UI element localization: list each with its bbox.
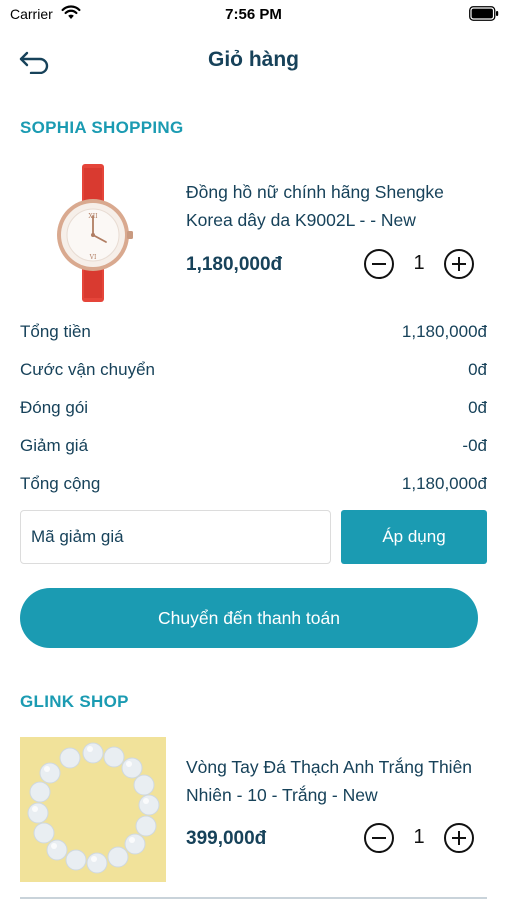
summary-label: Giảm giá: [20, 436, 89, 455]
summary-value: -0đ: [462, 436, 487, 455]
decrease-quantity-button[interactable]: [364, 249, 394, 279]
summary-row-discount: Giảm giá -0đ: [20, 432, 487, 470]
page-title: Giỏ hàng: [208, 48, 299, 71]
summary-label: Đóng gói: [20, 398, 89, 417]
battery-icon: [469, 6, 499, 21]
product-title[interactable]: Vòng Tay Đá Thạch Anh Trắng Thiên Nhiên …: [186, 753, 486, 809]
summary-value: 1,180,000đ: [401, 322, 487, 341]
product-price: 1,180,000đ: [186, 254, 283, 275]
svg-text:VI: VI: [89, 254, 97, 261]
order-summary: Tổng tiền 1,180,000đ Cước vận chuyển 0đ …: [20, 318, 487, 508]
decrease-quantity-button[interactable]: [364, 823, 394, 853]
summary-label: Tổng tiền: [20, 322, 91, 341]
summary-row-packaging: Đóng gói 0đ: [20, 394, 487, 432]
watch-image[interactable]: XII VI: [20, 160, 166, 305]
status-time: 7:56 PM: [225, 6, 282, 23]
shop-name: GLINK SHOP: [20, 692, 129, 711]
product-price: 399,000đ: [186, 828, 267, 849]
status-bar: Carrier 7:56 PM: [0, 0, 507, 30]
bracelet-image[interactable]: [20, 737, 166, 882]
quantity-stepper: 1: [362, 247, 476, 281]
summary-row-shipping: Cước vận chuyển 0đ: [20, 356, 487, 394]
summary-value: 0đ: [468, 360, 487, 379]
quantity-value: 1: [413, 252, 425, 274]
summary-value: 0đ: [468, 398, 487, 417]
summary-value: 1,180,000đ: [401, 474, 487, 493]
quantity-stepper: 1: [362, 821, 476, 855]
summary-label: Tổng cộng: [20, 474, 101, 493]
summary-label: Cước vận chuyển: [20, 360, 155, 379]
apply-coupon-button[interactable]: Áp dụng: [341, 510, 487, 564]
shop-name: SOPHIA SHOPPING: [20, 118, 184, 137]
product-title[interactable]: Đồng hồ nữ chính hãng Shengke Korea dây …: [186, 178, 486, 234]
coupon-input[interactable]: [20, 510, 331, 564]
next-section-hint: [20, 893, 487, 900]
summary-row-subtotal: Tổng tiền 1,180,000đ: [20, 318, 487, 356]
quantity-value: 1: [413, 826, 425, 848]
nav-bar: Giỏ hàng: [0, 40, 507, 84]
svg-text:XII: XII: [88, 213, 98, 220]
increase-quantity-button[interactable]: [444, 249, 474, 279]
increase-quantity-button[interactable]: [444, 823, 474, 853]
checkout-button[interactable]: Chuyển đến thanh toán: [20, 588, 478, 648]
summary-row-total: Tổng cộng 1,180,000đ: [20, 470, 487, 508]
